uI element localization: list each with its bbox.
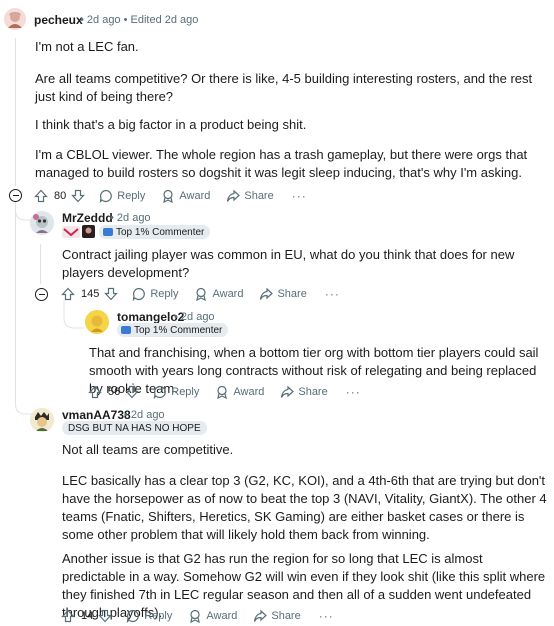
upvote-button[interactable] [61, 287, 75, 301]
downvote-icon [125, 385, 140, 399]
downvote-button[interactable] [104, 287, 119, 301]
share-label: Share [244, 190, 274, 202]
avatar[interactable] [30, 211, 54, 235]
team-logo-icon [62, 226, 80, 238]
award-icon [196, 287, 207, 301]
flair-label: DSG BUT NA HAS NO HOPE [68, 422, 201, 434]
comment-text: Contract jailing player was common in EU… [62, 247, 515, 280]
upvote-button[interactable] [88, 385, 102, 399]
flair-label: Top 1% Commenter [134, 324, 223, 336]
upvote-button[interactable] [34, 189, 48, 203]
award-button[interactable]: Award [215, 385, 264, 399]
downvote-button[interactable] [125, 385, 140, 399]
award-button[interactable]: Award [188, 609, 237, 623]
award-label: Award [179, 190, 211, 202]
share-button[interactable]: Share [280, 385, 328, 399]
comment-text: I'm not a LEC fan. [35, 39, 139, 54]
vote-count: 145 [81, 288, 100, 300]
flair-label: Top 1% Commenter [116, 226, 205, 238]
username[interactable]: pecheux [34, 13, 83, 27]
upvote-icon [88, 385, 102, 399]
downvote-button[interactable] [71, 189, 86, 203]
comment-text: LEC basically has a clear top 3 (G2, KC,… [62, 473, 547, 542]
award-label: Award [206, 610, 238, 622]
award-icon [217, 385, 228, 399]
share-icon [227, 189, 241, 202]
share-button[interactable]: Share [253, 609, 301, 623]
commenter-badge-icon [121, 326, 131, 334]
flair-badge: Top 1% Commenter [117, 323, 229, 337]
upvote-button[interactable] [61, 609, 75, 623]
team-flair-icons [62, 225, 96, 239]
comment-actions: 14 Reply Award Share ··· [61, 606, 334, 626]
vote-count: 14 [81, 610, 94, 622]
reply-button[interactable]: Reply [153, 385, 199, 399]
award-button[interactable]: Award [161, 189, 210, 203]
upvote-icon [61, 609, 75, 623]
reply-icon [126, 609, 140, 623]
comment-actions: 145 Reply Award Share ··· [61, 284, 340, 304]
comment-text: Are all teams competitive? Or there is l… [35, 71, 533, 104]
timestamp: • 2d ago [174, 311, 215, 323]
username[interactable]: vmanAA738 [62, 408, 131, 422]
award-icon [163, 189, 174, 203]
thread-connector [63, 300, 84, 329]
upvote-icon [34, 189, 48, 203]
username[interactable]: MrZeddd [62, 211, 113, 225]
share-icon [260, 287, 274, 300]
timestamp: • 2d ago • Edited 2d ago [80, 14, 199, 26]
avatar[interactable] [85, 310, 109, 334]
upvote-icon [61, 287, 75, 301]
comment-text: Not all teams are competitive. [62, 442, 234, 457]
reply-button[interactable]: Reply [99, 189, 145, 203]
share-label: Share [298, 386, 328, 398]
vote-count: 80 [54, 190, 67, 202]
more-icon[interactable]: ··· [319, 609, 334, 623]
commenter-badge-icon [103, 228, 113, 236]
comment-text: I'm a CBLOL viewer. The whole region has… [35, 147, 528, 180]
reply-label: Reply [117, 190, 146, 202]
reply-label: Reply [171, 386, 200, 398]
share-icon [254, 609, 268, 622]
comment-text: I think that's a big factor in a product… [35, 117, 307, 132]
reply-label: Reply [144, 610, 173, 622]
more-icon[interactable]: ··· [292, 189, 307, 203]
reply-icon [99, 189, 113, 203]
thread-line [40, 244, 41, 284]
award-button[interactable]: Award [194, 287, 243, 301]
share-label: Share [277, 288, 307, 300]
flair-badge: DSG BUT NA HAS NO HOPE [62, 421, 207, 435]
thread-line [15, 38, 16, 186]
more-icon[interactable]: ··· [325, 287, 340, 301]
timestamp: • 2d ago [110, 212, 151, 224]
collapse-icon[interactable] [9, 189, 22, 202]
share-button[interactable]: Share [259, 287, 307, 301]
share-icon [281, 385, 295, 398]
vote-count: 56 [108, 386, 121, 398]
downvote-button[interactable] [98, 609, 113, 623]
reply-label: Reply [150, 288, 179, 300]
award-label: Award [233, 386, 265, 398]
reply-icon [133, 287, 146, 301]
share-button[interactable]: Share [226, 189, 274, 203]
comment-actions: 80 Reply Award Share ··· [34, 186, 307, 206]
timestamp: • 2d ago [124, 409, 165, 421]
downvote-icon [71, 189, 86, 203]
award-icon [190, 609, 201, 623]
downvote-icon [98, 609, 113, 623]
collapse-icon[interactable] [35, 288, 48, 301]
downvote-icon [104, 287, 119, 301]
avatar[interactable] [4, 8, 26, 30]
player-avatar-icon [82, 225, 95, 238]
share-label: Share [271, 610, 301, 622]
award-label: Award [212, 288, 244, 300]
reply-button[interactable]: Reply [126, 609, 172, 623]
reply-icon [153, 385, 167, 399]
comment-actions: 56 Reply Award Share ··· [88, 382, 361, 402]
more-icon[interactable]: ··· [346, 385, 361, 399]
reply-button[interactable]: Reply [132, 287, 178, 301]
flair-badge: Top 1% Commenter [99, 225, 211, 239]
avatar[interactable] [30, 408, 54, 432]
